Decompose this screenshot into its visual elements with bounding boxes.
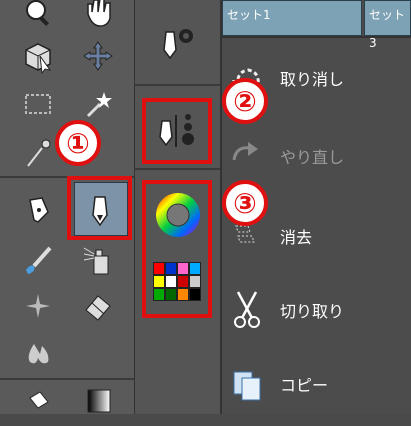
erase-label: 消去 (280, 228, 313, 247)
highlight-box-pencil (67, 176, 132, 240)
object-selection-icon (25, 43, 52, 74)
callout-1-label: ① (66, 126, 90, 160)
divider (135, 168, 220, 170)
eraser-tool[interactable] (72, 280, 124, 332)
ink-drop-icon (28, 344, 49, 364)
cut-label: 切り取り (280, 302, 345, 321)
paint-bucket-icon (29, 391, 49, 409)
sparkle-icon (26, 294, 50, 318)
hand-icon (87, 0, 111, 27)
airbrush-tool[interactable] (72, 234, 124, 286)
callout-2-label: ② (233, 84, 257, 118)
tab-label: セット3 (369, 8, 406, 50)
highlight-box-brush-size (142, 98, 212, 164)
redo-command[interactable]: やり直し (222, 134, 411, 178)
pen-tool[interactable] (12, 184, 64, 236)
divider (135, 84, 220, 86)
magnifier-icon (26, 0, 49, 26)
selection-tool[interactable] (12, 78, 64, 130)
cut-command[interactable]: 切り取り (222, 288, 411, 332)
copy-label: コピー (280, 376, 329, 395)
tool-property-button[interactable] (135, 2, 220, 82)
airbrush-icon (83, 247, 109, 275)
redo-icon (232, 142, 258, 161)
tab-label: セット1 (227, 8, 271, 22)
gradient-tool[interactable] (72, 374, 124, 426)
brush-icon (26, 246, 52, 274)
blend-tool[interactable] (12, 280, 64, 332)
object-tool[interactable] (12, 30, 64, 82)
move-arrows-icon (83, 41, 113, 71)
callout-3: ③ (222, 180, 268, 226)
tab-set3[interactable]: セット3 (364, 0, 411, 50)
callout-3-label: ③ (233, 186, 257, 220)
move-layer-tool[interactable] (72, 30, 124, 82)
eraser-icon (85, 295, 111, 321)
copy-command[interactable]: コピー (222, 362, 411, 406)
callout-1: ① (55, 120, 101, 166)
scissors-icon (234, 291, 260, 328)
copy-icon (233, 371, 261, 401)
paint-bucket-tool[interactable] (12, 374, 64, 426)
pen-nib-icon (29, 197, 49, 223)
brush-tool[interactable] (12, 234, 64, 286)
highlight-box-color (142, 180, 212, 318)
redo-label: やり直し (280, 148, 345, 167)
magic-wand-icon (86, 92, 112, 118)
pen-gear-icon (162, 29, 193, 60)
fill-tool[interactable] (12, 328, 64, 380)
callout-2: ② (222, 78, 268, 124)
eyedropper-icon (27, 139, 51, 167)
marquee-icon (25, 94, 51, 114)
divider (222, 36, 411, 38)
tab-set1[interactable]: セット1 (222, 0, 362, 36)
gradient-icon (87, 389, 111, 413)
undo-label: 取り消し (280, 70, 345, 89)
